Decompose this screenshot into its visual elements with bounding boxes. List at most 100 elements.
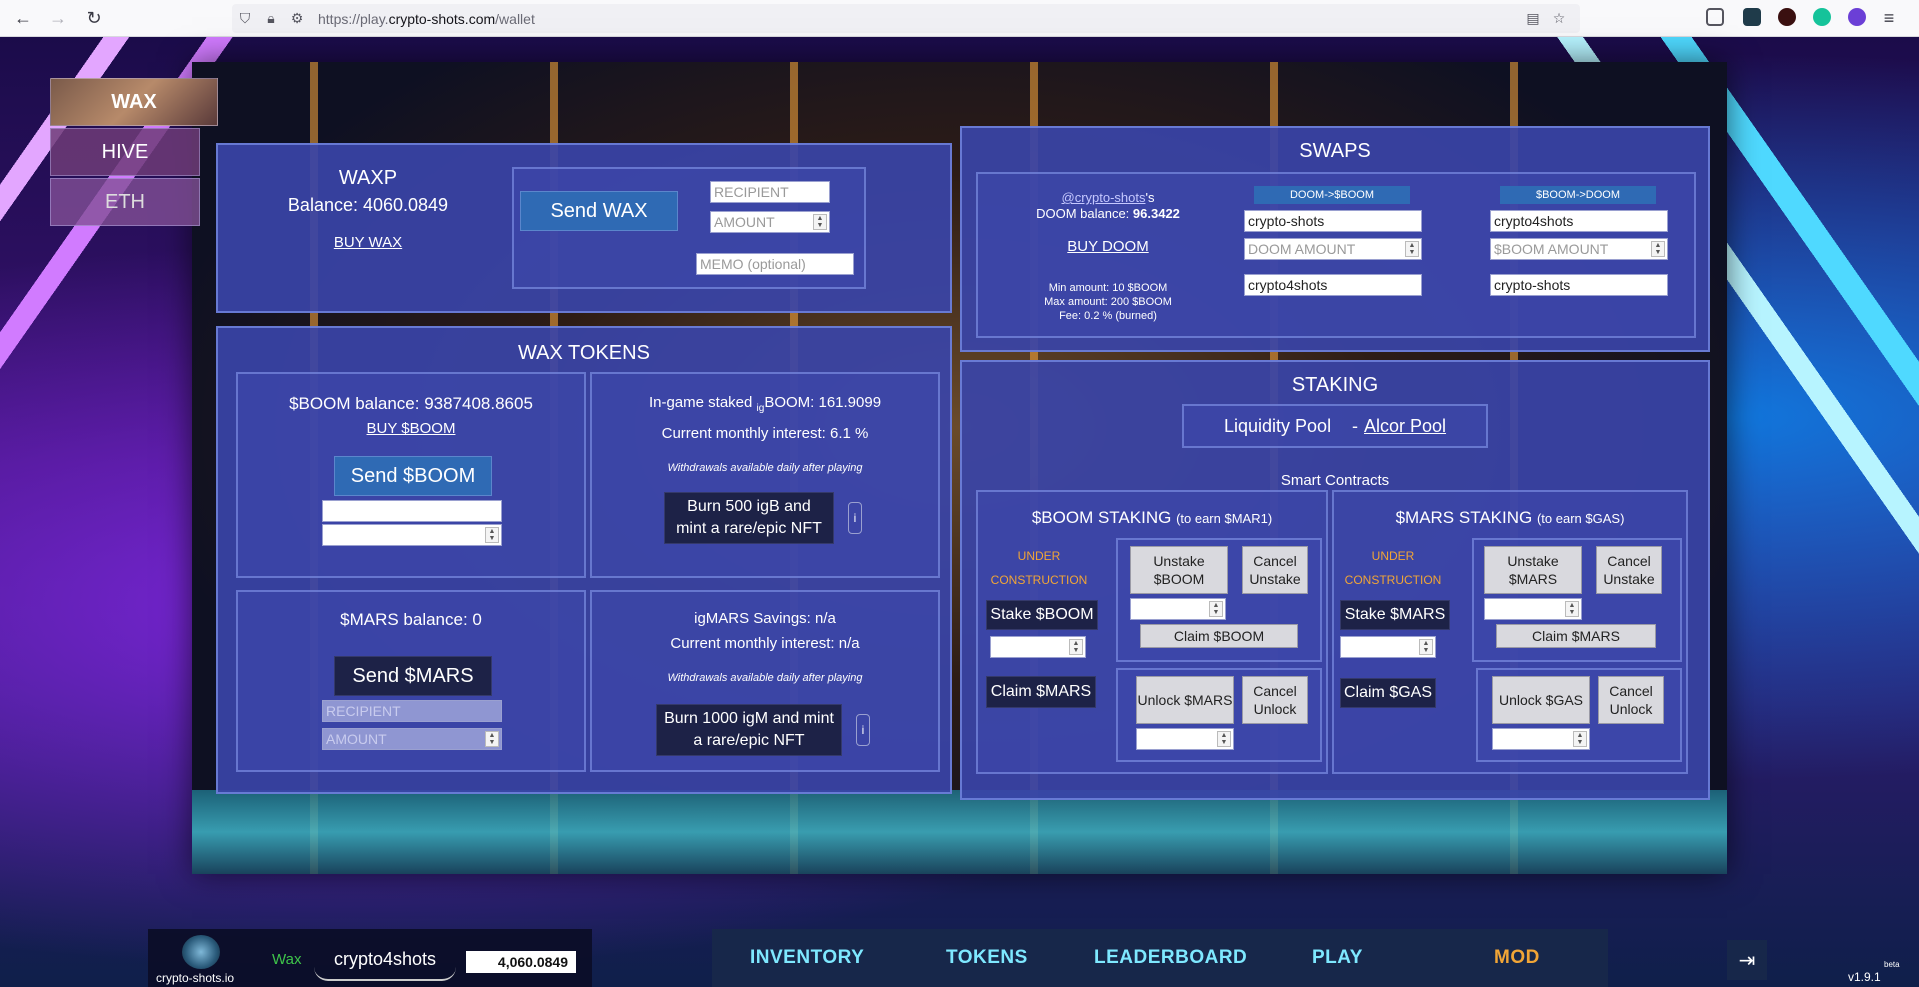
extension-purple-icon[interactable] — [1848, 8, 1866, 26]
doom-to-boom-label[interactable]: DOOM->$BOOM — [1254, 186, 1410, 204]
nav-tokens[interactable]: TOKENS — [946, 947, 1028, 969]
wax-amount-input[interactable]: AMOUNT ▲ ▼ — [710, 211, 830, 233]
crypto-shots-account-link[interactable]: @crypto-shots — [1062, 190, 1146, 205]
liquidity-pool-box: Liquidity Pool - Alcor Pool — [1182, 404, 1488, 448]
boom-withdraw-note: Withdrawals available daily after playin… — [667, 462, 863, 474]
mars-recipient-input[interactable]: RECIPIENT — [322, 700, 502, 722]
cancel-unstake-boom-button[interactable]: Cancel Unstake — [1242, 546, 1308, 594]
logout-icon[interactable]: ⇥ — [1727, 940, 1767, 980]
d2b-amount-input[interactable]: DOOM AMOUNT ▲ ▼ — [1244, 238, 1422, 260]
unstake-mars-input[interactable]: ▲ ▼ — [1484, 598, 1582, 620]
b2d-from-input[interactable]: crypto4shots — [1490, 210, 1668, 232]
back-icon[interactable]: ← — [8, 3, 38, 33]
boom-balance: $BOOM balance: 9387408.8605 — [289, 394, 533, 413]
forward-icon[interactable]: → — [43, 3, 73, 33]
unstake-mars-spinner[interactable]: ▲ ▼ — [1565, 601, 1579, 617]
boom-recipient-input[interactable] — [322, 500, 502, 522]
boom-staking-title: $BOOM STAKING (to earn $MAR1) — [1031, 508, 1273, 527]
unlock-gas-button[interactable]: Unlock $GAS — [1492, 676, 1590, 724]
extension-dark-icon[interactable] — [1743, 8, 1761, 26]
lock-icon[interactable]: 🔒︎ — [262, 10, 280, 28]
liquidity-pool-label: Liquidity Pool — [1224, 416, 1332, 436]
reload-icon[interactable]: ↻ — [79, 3, 109, 33]
unstake-boom-box: Unstake $BOOM Cancel Unstake ▲ ▼ Claim $B… — [1116, 538, 1322, 662]
beta-label: beta — [1884, 960, 1900, 969]
grammarly-icon[interactable] — [1813, 8, 1831, 26]
wax-amount-spinner[interactable]: ▲ ▼ — [813, 214, 827, 230]
swap-min-amount: Min amount: 10 $BOOM — [1048, 282, 1168, 294]
bookmark-star-icon[interactable]: ☆ — [1550, 10, 1568, 28]
nav-inventory[interactable]: INVENTORY — [750, 947, 864, 969]
nav-play[interactable]: PLAY — [1312, 947, 1363, 969]
mars-balance: $MARS balance: 0 — [340, 610, 482, 629]
buy-doom-link[interactable]: BUY DOOM — [1008, 238, 1208, 255]
unlock-gas-spinner[interactable]: ▲ ▼ — [1573, 731, 1587, 747]
stake-mars-input[interactable]: ▲ ▼ — [1340, 636, 1436, 658]
d2b-from-input[interactable]: crypto-shots — [1244, 210, 1422, 232]
claim-mars-stake-button[interactable]: Claim $MARS — [1496, 624, 1656, 648]
mars-amount-spinner[interactable]: ▲ ▼ — [485, 731, 499, 747]
boom-to-doom-label[interactable]: $BOOM->DOOM — [1500, 186, 1656, 204]
alcor-pool-link[interactable]: Alcor Pool — [1364, 416, 1446, 437]
claim-mars-button[interactable]: Claim $MARS — [986, 676, 1096, 708]
pocket-icon[interactable] — [1706, 8, 1724, 26]
chain-tab-hive[interactable]: HIVE — [50, 128, 200, 176]
b2d-amount-spinner[interactable]: ▲ ▼ — [1651, 241, 1665, 257]
buy-wax-link[interactable]: BUY WAX — [278, 234, 458, 251]
stake-boom-spinner[interactable]: ▲ ▼ — [1069, 639, 1083, 655]
cancel-unstake-mars-button[interactable]: Cancel Unstake — [1596, 546, 1662, 594]
unstake-boom-input[interactable]: ▲ ▼ — [1130, 598, 1226, 620]
swap-fee: Fee: 0.2 % (burned) — [1059, 310, 1157, 322]
b2d-to-input[interactable]: crypto-shots — [1490, 274, 1668, 296]
stake-mars-spinner[interactable]: ▲ ▼ — [1419, 639, 1433, 655]
claim-gas-button[interactable]: Claim $GAS — [1340, 678, 1436, 708]
wax-recipient-input[interactable]: RECIPIENT — [710, 181, 830, 203]
burn-igm-button[interactable]: Burn 1000 igM and mint a rare/epic NFT — [656, 704, 842, 756]
boom-amount-input[interactable]: ▲ ▼ — [322, 524, 502, 546]
buy-boom-link[interactable]: BUY $BOOM — [238, 420, 584, 437]
nav-mod[interactable]: MOD — [1494, 947, 1540, 969]
b2d-amount-input[interactable]: $BOOM AMOUNT ▲ ▼ — [1490, 238, 1668, 260]
igmars-savings: igMARS Savings: n/a — [694, 610, 836, 627]
wax-memo-input[interactable]: MEMO (optional) — [696, 253, 854, 275]
unlock-mars-spinner[interactable]: ▲ ▼ — [1217, 731, 1231, 747]
unstake-boom-button[interactable]: Unstake $BOOM — [1130, 546, 1228, 594]
send-mars-button[interactable]: Send $MARS — [334, 656, 492, 696]
stake-boom-input[interactable]: ▲ ▼ — [990, 636, 1086, 658]
send-wax-button[interactable]: Send WAX — [520, 191, 678, 231]
reader-view-icon[interactable]: ▤ — [1524, 10, 1542, 28]
mars-balance-box: $MARS balance: 0 Send $MARS RECIPIENT AM… — [236, 590, 586, 772]
shield-icon[interactable]: ⛉ — [236, 10, 254, 28]
stake-boom-button[interactable]: Stake $BOOM — [986, 600, 1098, 630]
chain-tab-eth[interactable]: ETH — [50, 178, 200, 226]
staking-title: STAKING — [1291, 374, 1379, 396]
unlock-gas-input[interactable]: ▲ ▼ — [1492, 728, 1590, 750]
cancel-unlock-mars-button[interactable]: Cancel Unlock — [1242, 676, 1308, 724]
unstake-mars-button[interactable]: Unstake $MARS — [1484, 546, 1582, 594]
d2b-amount-spinner[interactable]: ▲ ▼ — [1405, 241, 1419, 257]
permissions-icon[interactable]: ⚙ — [288, 10, 306, 28]
unlock-mars-input[interactable]: ▲ ▼ — [1136, 728, 1234, 750]
version-label: v1.9.1 — [1848, 970, 1881, 984]
cancel-unlock-gas-button[interactable]: Cancel Unlock — [1598, 676, 1664, 724]
send-boom-button[interactable]: Send $BOOM — [334, 456, 492, 496]
bottom-user-bar: crypto-shots.io Wax crypto4shots 4,060.0… — [148, 929, 592, 987]
username[interactable]: crypto4shots — [314, 941, 456, 981]
url-bar[interactable]: ⛉ 🔒︎ ⚙ https://play.crypto-shots.com/wal… — [232, 4, 1580, 33]
crypto-shots-logo-icon[interactable] — [182, 935, 220, 969]
claim-boom-button[interactable]: Claim $BOOM — [1140, 624, 1298, 648]
unlock-mars-button[interactable]: Unlock $MARS — [1136, 676, 1234, 724]
burn-igb-info-button[interactable]: i — [848, 502, 862, 534]
boom-monthly-interest: Current monthly interest: 6.1 % — [661, 425, 869, 442]
burn-igb-button[interactable]: Burn 500 igB and mint a rare/epic NFT — [664, 492, 834, 544]
unstake-boom-spinner[interactable]: ▲ ▼ — [1209, 601, 1223, 617]
extension-red-icon[interactable] — [1778, 8, 1796, 26]
mars-amount-input[interactable]: AMOUNT ▲ ▼ — [322, 728, 502, 750]
menu-icon[interactable]: ≡ — [1874, 3, 1904, 33]
d2b-to-input[interactable]: crypto4shots — [1244, 274, 1422, 296]
burn-igm-info-button[interactable]: i — [856, 714, 870, 746]
chain-tab-wax[interactable]: WAX — [50, 78, 218, 126]
boom-amount-spinner[interactable]: ▲ ▼ — [485, 527, 499, 543]
nav-leaderboard[interactable]: LEADERBOARD — [1094, 947, 1247, 969]
stake-mars-button[interactable]: Stake $MARS — [1340, 600, 1450, 630]
